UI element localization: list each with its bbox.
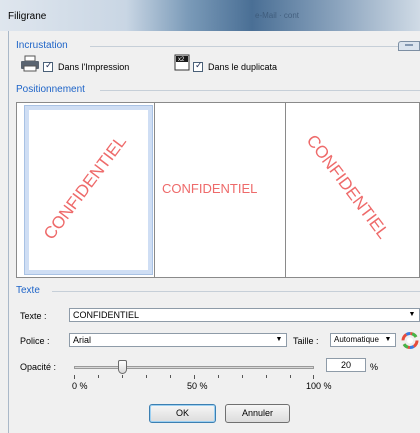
duplicate-label: Dans le duplicata — [208, 62, 278, 72]
incrustation-divider — [90, 46, 400, 47]
slider-thumb[interactable] — [117, 360, 127, 374]
svg-text:x2: x2 — [178, 57, 185, 63]
watermark-preview: CONFIDENTIEL CONFIDENTIEL CONFIDENTIEL — [16, 102, 420, 278]
ok-button[interactable]: OK — [149, 404, 216, 423]
scale-max-label: 100 % — [306, 381, 332, 391]
slider-tick — [74, 375, 75, 379]
slider-tick — [146, 375, 147, 378]
position-diagonal-up[interactable]: CONFIDENTIEL — [24, 105, 153, 275]
pane-divider — [285, 103, 286, 277]
watermark-diagonal-down-text: CONFIDENTIEL — [302, 131, 393, 243]
size-select[interactable]: Automatique ▼ — [330, 333, 396, 347]
slider-tick — [290, 375, 291, 378]
opacity-unit: % — [370, 362, 379, 372]
chevron-down-icon[interactable]: ▼ — [272, 334, 286, 346]
watermark-horizontal-text: CONFIDENTIEL — [162, 181, 258, 196]
positionnement-divider — [100, 90, 420, 91]
opacity-label: Opacité : — [20, 362, 57, 372]
positionnement-title: Positionnement — [16, 84, 89, 95]
font-select-value: Arial — [73, 335, 92, 345]
title-bar: Filigrane e-Mail · cont — [0, 0, 420, 31]
texte-divider — [52, 291, 420, 292]
scale-min-label: 0 % — [72, 381, 88, 391]
font-label: Police : — [20, 336, 50, 346]
scale-mid-label: 50 % — [187, 381, 208, 391]
text-input[interactable]: CONFIDENTIEL ▼ — [69, 308, 420, 322]
size-select-value: Automatique — [334, 335, 379, 344]
collapse-button[interactable] — [398, 41, 420, 51]
text-input-value: CONFIDENTIEL — [73, 310, 140, 320]
color-picker-icon[interactable] — [400, 332, 420, 349]
texte-title: Texte — [16, 285, 44, 296]
size-label: Taille : — [293, 336, 319, 346]
chevron-down-icon[interactable]: ▼ — [381, 334, 395, 346]
position-horizontal[interactable]: CONFIDENTIEL — [156, 105, 285, 275]
duplicate-icon: x2 — [174, 54, 190, 71]
opacity-input[interactable]: 20 — [326, 358, 366, 372]
text-label: Texte : — [20, 311, 47, 321]
slider-tick — [98, 375, 99, 378]
pane-divider — [154, 103, 155, 277]
collapse-icon — [405, 44, 413, 46]
slider-tick — [218, 375, 219, 378]
print-label: Dans l'Impression — [58, 62, 130, 72]
slider-track — [74, 366, 314, 369]
ok-button-label: OK — [175, 408, 189, 418]
slider-tick — [266, 375, 267, 378]
window-title: Filigrane — [8, 11, 47, 22]
slider-tick — [122, 375, 123, 378]
cancel-button-label: Annuler — [241, 408, 274, 418]
printer-icon — [21, 55, 39, 72]
opacity-slider[interactable] — [74, 360, 314, 380]
font-select[interactable]: Arial ▼ — [69, 333, 287, 347]
print-checkbox[interactable] — [43, 60, 53, 72]
opacity-input-value: 20 — [340, 360, 351, 370]
cancel-button[interactable]: Annuler — [225, 404, 290, 423]
position-diagonal-down[interactable]: CONFIDENTIEL — [287, 105, 417, 275]
slider-tick — [194, 375, 195, 379]
slider-tick — [242, 375, 243, 378]
background-window-title: e-Mail · cont — [255, 11, 300, 20]
text-dropdown-icon[interactable]: ▼ — [405, 309, 419, 321]
slider-tick — [313, 375, 314, 379]
duplicate-checkbox[interactable] — [193, 60, 203, 72]
slider-tick — [170, 375, 171, 378]
incrustation-title: Incrustation — [16, 40, 72, 51]
